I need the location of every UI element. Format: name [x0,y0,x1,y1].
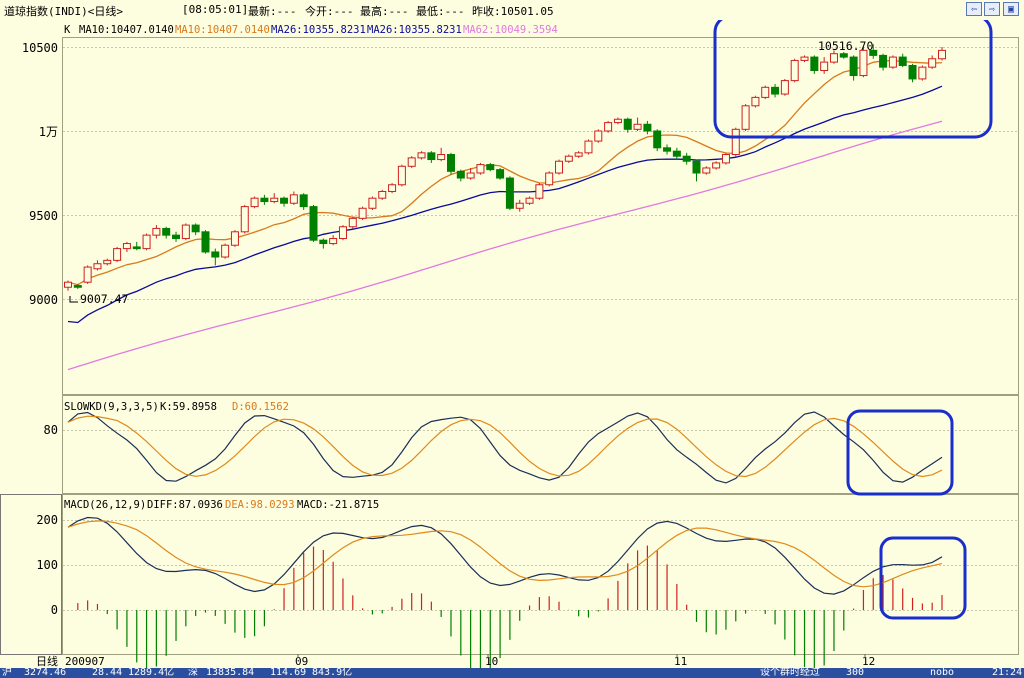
candle [407,156,416,168]
candle [751,95,760,108]
candle [564,154,573,163]
candle [584,139,593,155]
x-label-12: 12 [862,655,875,668]
x-label-200907: 200907 [65,655,105,668]
macd-legend-dea: DEA:98.0293 [225,499,295,511]
y-tick-10000: 1万 [39,125,58,139]
candle [388,183,397,194]
candle [888,55,897,69]
candle [604,120,613,133]
candle [378,189,387,200]
candle [761,85,770,100]
candle [113,246,122,263]
candle [309,204,318,242]
candle [780,78,789,96]
candle [181,223,190,241]
header-open: 今开:--- [305,5,354,18]
min-price-label: 9007.47 [80,292,129,306]
candle [721,152,730,165]
kd-legend-k: K:59.8958 [160,401,217,413]
x-label-09: 09 [295,655,308,668]
kd-y-tick-80: 80 [44,423,58,437]
candle [446,152,455,175]
left-arrow-icon[interactable]: ⇦ [966,2,982,16]
macd-legend-diff: DIFF:87.0936 [147,499,223,511]
macd-y-tick-100: 100 [36,558,58,572]
sh-index: 3274.46 [24,668,67,678]
sh-change: 28.44 [92,668,123,678]
candle [348,216,357,229]
max-price-label: 10516.70 [818,39,873,53]
candle [250,196,259,209]
header-high: 最高:--- [360,5,409,18]
macd-y-tick-200: 200 [36,513,58,527]
macd-legend-name: MACD(26,12,9) [64,499,146,511]
macd-legend-macd: MACD:-21.8715 [297,499,379,511]
candle [368,196,377,210]
candle [221,243,230,259]
x-label-10: 10 [485,655,498,668]
candle [918,65,927,81]
macd-y-tick-0: 0 [51,603,58,617]
x-label-11: 11 [674,655,687,668]
legend-ma26: MA26:10355.8231 [367,24,462,36]
candle [594,129,603,143]
candle [790,58,799,83]
status-nobo: nobo [930,668,955,678]
right-arrow-icon[interactable]: ⇨ [984,2,1000,16]
legend-ma10-black: MA10:10407.0140 [79,24,174,36]
chart-title: 道琼指数(INDI)<日线> [4,5,123,18]
candle [83,265,92,284]
candle [505,176,514,210]
status-bar: 沪 3274.46 28.44 1289.4亿 深 13835.84 114.6… [0,668,1024,678]
title-bar: 道琼指数(INDI)<日线> [08:05:01] 最新:--- 今开:--- … [0,0,1024,21]
y-tick-9500: 9500 [29,209,58,223]
candle [230,230,239,247]
legend-ma10: MA10:10407.0140 [175,24,270,36]
candle [731,127,740,157]
header-latest: 最新:--- [248,5,297,18]
y-tick-9000: 9000 [29,293,58,307]
legend-ma62: MA62:10049.3594 [463,24,558,36]
sz-label: 深 [188,668,198,678]
status-clock: 21:24 [992,668,1023,678]
stock-chart[interactable]: K MA10:10407.0140 MA10:10407.0140 MA26:1… [0,20,1024,668]
candle [741,104,750,131]
candle [702,166,711,175]
candle [555,159,564,175]
candle [142,233,151,251]
candle [496,167,505,180]
candle [712,161,721,170]
kd-legend-d: D:60.1562 [232,401,289,413]
status-number: 300 [846,668,865,678]
header-time: [08:05:01] [182,3,249,16]
candle [201,230,210,254]
candle [545,171,554,187]
sz-index: 13835.84 [206,668,255,678]
sz-change: 114.69 [270,668,307,678]
candle [338,225,347,241]
restore-icon[interactable]: ▣ [1003,2,1019,16]
sh-volume: 1289.4亿 [128,668,175,678]
y-tick-10500: 10500 [22,41,58,55]
header-prev-close: 昨收:10501.05 [472,5,554,18]
candle [358,206,367,221]
x-axis-period-label: 日线 [36,654,58,668]
sh-label: 沪 [2,668,12,678]
candle [535,183,544,200]
candle [240,204,249,234]
candle [476,162,485,175]
candle [397,164,406,187]
header-low: 最低:--- [416,5,465,18]
legend-ma26-black: MA26:10355.8231 [271,24,366,36]
candle [525,196,534,205]
sz-volume: 843.9亿 [312,668,353,678]
kd-legend-name: SLOWKD(9,3,3,5) [64,401,159,413]
news-ticker: 设个群时经过 [760,668,820,678]
candle [653,129,662,152]
legend-k: K [64,24,71,36]
candle [417,151,426,160]
candle [486,162,495,172]
